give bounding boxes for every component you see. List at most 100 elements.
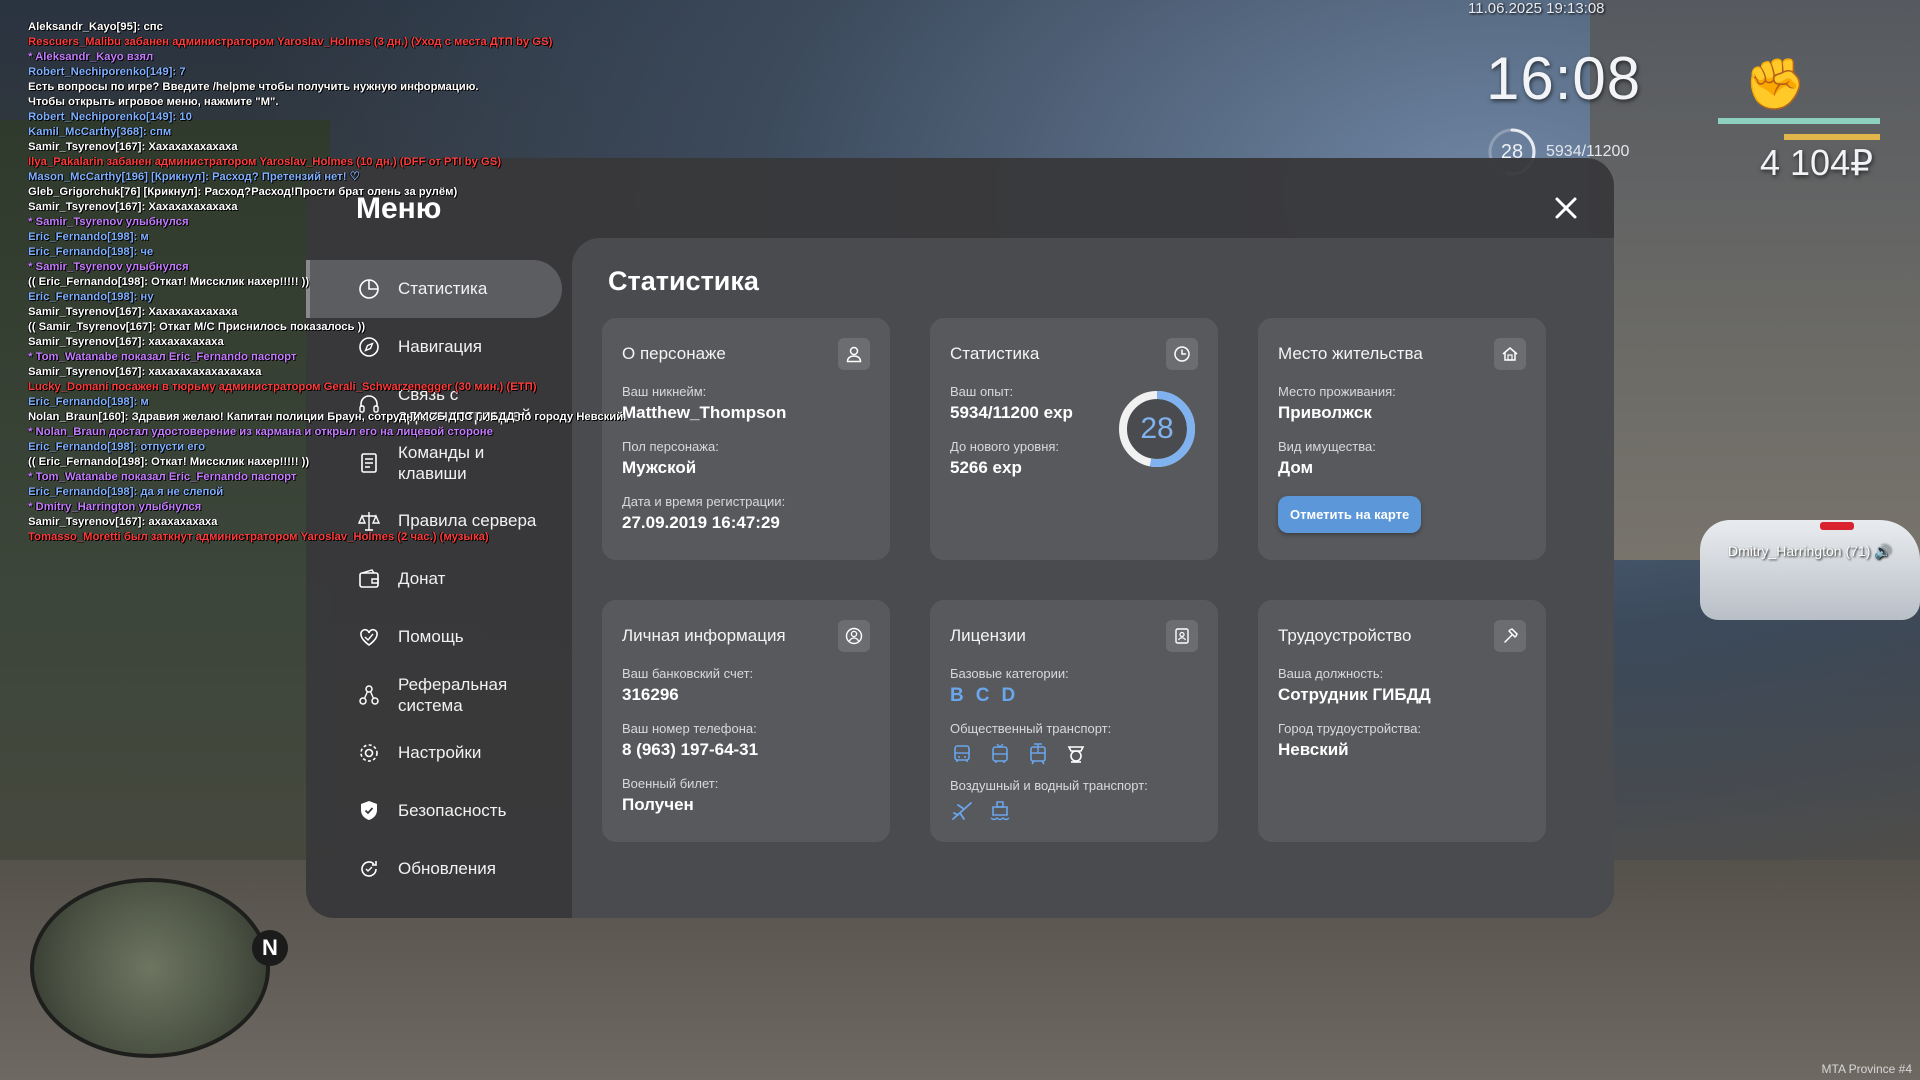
chat-line: (( Samir_Tsyrenov[167]: Откат М/С Присни… (28, 321, 366, 333)
chat-line: Robert_Nechiporenko[149]: 10 (28, 111, 192, 123)
nav-item-label: Обновления (398, 859, 496, 878)
chat-line: Aleksandr_Kayo[95]: спс (28, 21, 163, 33)
card-title: Лицензии (950, 626, 1026, 645)
military-label: Военный билет: (622, 776, 719, 791)
chat-line: Eric_Fernando[198]: че (28, 246, 154, 258)
hud-money: 4 104₽ (1760, 142, 1873, 183)
chat-line: Rescuers_Malibu забанен администратором … (28, 36, 553, 48)
job-card: Трудоустройство Ваша должность: Сотрудни… (1258, 600, 1546, 842)
card-title: Трудоустройство (1278, 626, 1412, 645)
chat-line: Nolan_Braun[160]: Здравия желаю! Капитан… (28, 411, 627, 423)
chat-line: Eric_Fernando[198]: ну (28, 291, 154, 303)
chat-line: Eric_Fernando[198]: отпусти его (28, 441, 205, 453)
chat-line: Samir_Tsyrenov[167]: Хахахахахахаха (28, 141, 238, 153)
chat-line: Samir_Tsyrenov[167]: ахахахахаха (28, 516, 218, 528)
nav-item-9[interactable]: Настройки (306, 724, 568, 782)
boat-icon (988, 799, 1012, 823)
minimap (30, 878, 270, 1058)
bank-label: Ваш банковский счет: (622, 666, 754, 681)
level-number: 28 (1140, 412, 1174, 445)
air-water-icons (950, 799, 1198, 823)
chat-line: Чтобы открыть игровое меню, нажмите "M". (28, 96, 279, 108)
chat-line: * Aleksandr_Kayo взял (28, 51, 154, 63)
gear-icon (356, 740, 382, 766)
content-panel: Статистика О персонаже Ваш никнейм: Matt… (572, 238, 1614, 918)
license-category: D (1001, 685, 1016, 706)
chat-line: * Samir_Tsyrenov улыбнулся (28, 261, 189, 273)
chat-line: Ilya_Pakalarin забанен администратором Y… (28, 156, 502, 168)
chat-line: Samir_Tsyrenov[167]: хахахахахахахахаха (28, 366, 262, 378)
chat-line: Eric_Fernando[198]: да я не слепой (28, 486, 224, 498)
referral-icon (356, 682, 382, 708)
id-card-icon (1166, 620, 1198, 652)
chat-line: Tomasso_Moretti был заткнут администрато… (28, 531, 489, 543)
hud-clock: 16:08 (1486, 45, 1642, 112)
chat-line: Lucky_Domani посажен в тюрьму администра… (28, 381, 537, 393)
chat-line: Samir_Tsyrenov[167]: Хахахахахахаха (28, 306, 238, 318)
nav-item-label: Настройки (398, 743, 482, 762)
armor-bar (1784, 134, 1880, 140)
nav-item-label: Помощь (398, 627, 464, 646)
residence-value: Приволжск (1278, 403, 1372, 422)
card-title: Статистика (950, 344, 1040, 363)
bus-icon (950, 742, 974, 766)
license-category: C (975, 685, 990, 706)
personal-info-card: Личная информация Ваш банковский счет: 3… (602, 600, 890, 842)
chat-line: * Tom_Watanabe показал Eric_Fernando пас… (28, 351, 297, 363)
train-icon (1064, 742, 1088, 766)
police-car-light (1820, 522, 1854, 530)
fist-icon: ✊ (1744, 56, 1807, 112)
chat-line: Samir_Tsyrenov[167]: Хахахахахахаха (28, 201, 238, 213)
chat-line: (( Eric_Fernando[198]: Откат! Миссклик н… (28, 276, 310, 288)
hud-datetime: 11.06.2025 19:13:08 (1468, 0, 1605, 17)
card-title: Личная информация (622, 626, 786, 645)
license-categories: BCD (950, 685, 1198, 707)
phone-label: Ваш номер телефона: (622, 721, 757, 736)
air-water-label: Воздушный и водный транспорт: (950, 778, 1148, 793)
job-city-label: Город трудоустройства: (1278, 721, 1422, 736)
close-button[interactable] (1546, 188, 1586, 228)
house-icon (1494, 338, 1526, 370)
chat-line: Robert_Nechiporenko[149]: 7 (28, 66, 186, 78)
chat-line: Gleb_Grigorchuk[76] [Крикнул]: Расход?Ра… (28, 186, 458, 198)
hammer-icon (1494, 620, 1526, 652)
chat-line: * Tom_Watanabe показал Eric_Fernando пас… (28, 471, 297, 483)
chat-log: Aleksandr_Kayo[95]: спс Rescuers_Malibu з… (28, 20, 668, 545)
job-city-value: Невский (1278, 740, 1349, 759)
mark-on-map-button[interactable]: Отметить на карте (1278, 496, 1422, 533)
police-car (1700, 520, 1920, 620)
shield-icon (356, 798, 382, 824)
nav-item-8[interactable]: Реферальная система (306, 666, 568, 724)
nav-item-11[interactable]: Обновления (306, 840, 568, 898)
plane-icon (950, 799, 974, 823)
chat-line: (( Eric_Fernando[198]: Откат! Миссклик н… (28, 456, 310, 468)
bank-value: 316296 (622, 685, 679, 704)
property-label: Вид имущества: (1278, 439, 1376, 454)
base-categories-label: Базовые категории: (950, 666, 1069, 681)
wallet-icon (356, 566, 382, 592)
nav-item-6[interactable]: Донат (306, 550, 568, 608)
trolleybus-icon (988, 742, 1012, 766)
card-title: Место жительства (1278, 344, 1423, 363)
property-value: Дом (1278, 458, 1314, 477)
chat-line: Kamil_McCarthy[368]: спм (28, 126, 172, 138)
position-value: Сотрудник ГИБДД (1278, 685, 1431, 704)
stats-card: Статистика Ваш опыт: 5934/11200 exp До н… (930, 318, 1218, 560)
chat-line: Есть вопросы по игре? Введите /helpme чт… (28, 81, 479, 93)
minimap-north-indicator: N (252, 930, 288, 966)
chat-line: * Samir_Tsyrenov улыбнулся (28, 216, 189, 228)
nav-item-label: Реферальная система (398, 675, 508, 715)
license-category: B (950, 685, 964, 706)
nav-item-label: Безопасность (398, 801, 507, 820)
chat-line: Mason_McCarthy[196] [Крикнул]: Расход? П… (28, 171, 360, 183)
nav-item-7[interactable]: Помощь (306, 608, 568, 666)
residence-label: Место проживания: (1278, 384, 1396, 399)
clock-pie-icon (1166, 338, 1198, 370)
close-icon (1555, 197, 1577, 219)
residence-card: Место жительства Место проживания: Приво… (1258, 318, 1546, 560)
user-icon (838, 338, 870, 370)
user-circle-icon (838, 620, 870, 652)
player-nametag: Dmitry_Harrington (71) 🔊 (1728, 543, 1892, 559)
chat-line: Eric_Fernando[198]: м (28, 396, 149, 408)
nav-item-10[interactable]: Безопасность (306, 782, 568, 840)
